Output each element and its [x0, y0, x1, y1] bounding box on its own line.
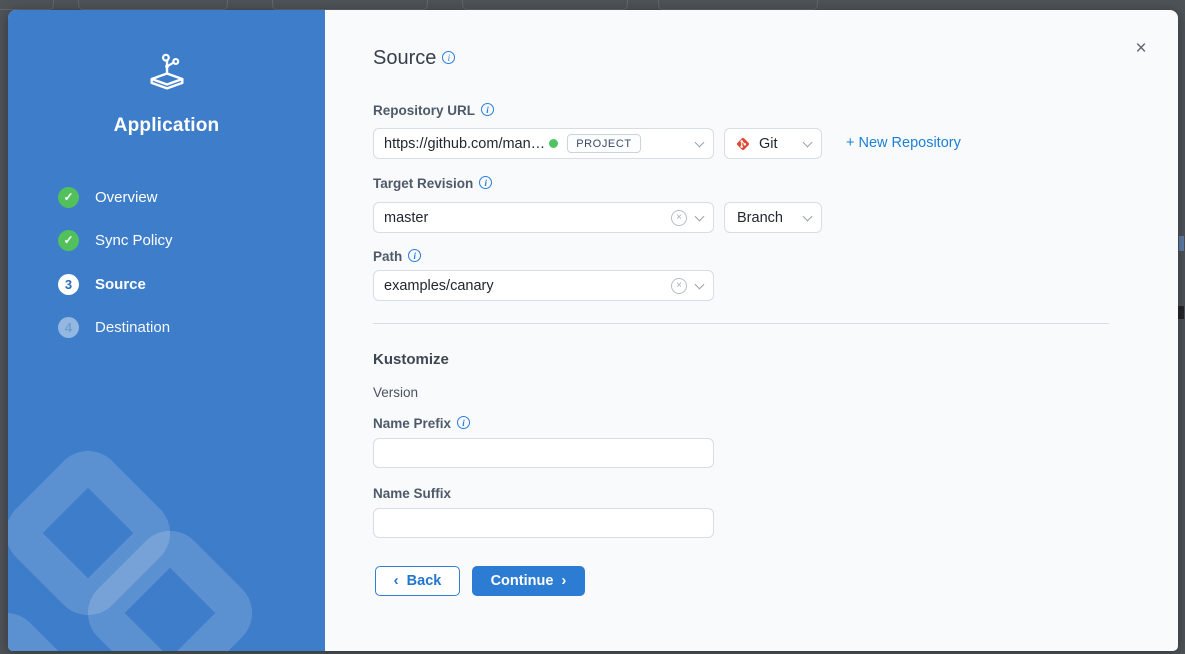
new-repository-link[interactable]: + New Repository [846, 135, 961, 151]
name-suffix-input[interactable] [373, 508, 714, 538]
info-icon[interactable]: i [481, 103, 494, 116]
background-tab [272, 0, 428, 10]
repo-type-value: Git [759, 136, 778, 152]
repository-url-label: Repository URL i [373, 103, 494, 118]
step-label: Overview [95, 189, 158, 206]
wizard-title: Application [8, 115, 325, 137]
section-divider [373, 323, 1109, 324]
target-revision-combobox[interactable]: master × [373, 202, 714, 233]
clear-icon[interactable]: × [671, 210, 687, 226]
repo-type-select[interactable]: Git [724, 128, 822, 159]
info-icon[interactable]: i [408, 249, 421, 262]
kustomize-section-title: Kustomize [373, 351, 449, 368]
step-done-icon: ✓ [58, 230, 79, 251]
step-number-icon: 3 [58, 274, 79, 295]
path-label: Path i [373, 249, 421, 264]
step-done-icon: ✓ [58, 187, 79, 208]
background-tab [0, 0, 54, 10]
chevron-left-icon: ‹ [394, 572, 399, 589]
info-icon[interactable]: i [442, 51, 455, 64]
chevron-down-icon[interactable] [695, 211, 705, 221]
git-icon [735, 136, 751, 152]
continue-button[interactable]: Continue › [472, 566, 585, 596]
step-label: Destination [95, 319, 170, 336]
name-prefix-label: Name Prefix i [373, 416, 470, 431]
chevron-down-icon[interactable] [803, 211, 813, 221]
chevron-down-icon[interactable] [695, 137, 705, 147]
step-label: Source [95, 276, 146, 293]
info-icon[interactable]: i [479, 176, 492, 189]
chevron-down-icon[interactable] [803, 137, 813, 147]
close-icon[interactable]: × [1128, 36, 1154, 62]
revision-type-select[interactable]: Branch [724, 202, 822, 233]
info-icon[interactable]: i [457, 416, 470, 429]
application-icon [8, 50, 325, 96]
background-tab [462, 0, 628, 10]
new-application-panel: Application ✓ Overview ✓ Sync Policy 3 S… [8, 10, 1178, 651]
name-suffix-label: Name Suffix [373, 486, 451, 501]
name-prefix-input[interactable] [373, 438, 714, 468]
background-tab [658, 0, 818, 10]
screen: { "frame": { "close_icon": "×" }, "sideb… [0, 0, 1185, 654]
chevron-down-icon[interactable] [695, 279, 705, 289]
step-label: Sync Policy [95, 232, 173, 249]
path-combobox[interactable]: examples/canary × [373, 270, 714, 301]
target-revision-value: master [384, 210, 428, 226]
background-fragment [1178, 306, 1184, 319]
background-tab [78, 0, 228, 10]
path-value: examples/canary [384, 278, 494, 294]
target-revision-label: Target Revision i [373, 176, 492, 191]
project-badge: PROJECT [567, 134, 641, 153]
repository-url-value: https://github.com/man… [384, 136, 545, 152]
chevron-right-icon: › [561, 572, 566, 589]
step-overview[interactable]: ✓ Overview [58, 186, 158, 208]
connection-status-dot [549, 139, 558, 148]
clear-icon[interactable]: × [671, 278, 687, 294]
wizard-sidebar: Application ✓ Overview ✓ Sync Policy 3 S… [8, 10, 325, 651]
step-destination[interactable]: 4 Destination [58, 316, 170, 338]
back-button[interactable]: ‹ Back [375, 566, 460, 596]
background-fragment [1179, 236, 1184, 251]
repository-url-combobox[interactable]: https://github.com/man… PROJECT [373, 128, 714, 159]
version-label: Version [373, 385, 418, 400]
page-title-text: Source [373, 47, 436, 70]
step-number-icon: 4 [58, 317, 79, 338]
page-title: Source i [373, 47, 455, 70]
revision-type-value: Branch [737, 210, 783, 226]
step-source[interactable]: 3 Source [58, 273, 146, 295]
step-sync-policy[interactable]: ✓ Sync Policy [58, 229, 173, 251]
